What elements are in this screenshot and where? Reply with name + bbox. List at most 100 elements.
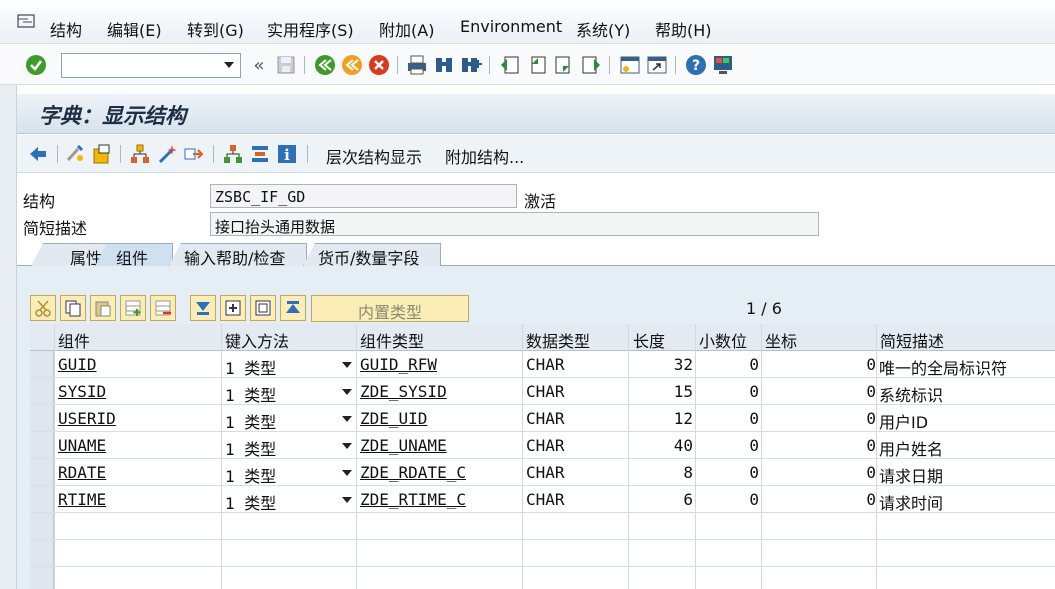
cell-comp-type[interactable]: ZDE_UNAME (360, 436, 447, 455)
print-icon[interactable] (406, 54, 428, 76)
menu-edit[interactable]: 编辑(E) (107, 17, 162, 41)
hierarchy-display-button[interactable]: 层次结构显示 (326, 144, 422, 168)
chevron-down-icon[interactable] (342, 389, 352, 395)
col-header-method[interactable]: 键入方法 (225, 328, 289, 352)
cell-method[interactable]: 1 类型 (225, 463, 276, 487)
back-icon[interactable] (314, 54, 336, 76)
save-icon[interactable] (275, 54, 297, 76)
find-icon[interactable] (433, 54, 455, 76)
tab-input-help[interactable]: 输入帮助/检查 (169, 243, 307, 266)
col-header-length[interactable]: 长度 (633, 328, 665, 352)
col-header-comp-type[interactable]: 组件类型 (360, 328, 424, 352)
shortcut-icon[interactable] (646, 54, 668, 76)
table-row[interactable]: UNAME 1 类型 ZDE_UNAME CHAR 40 0 0 用户姓名 (30, 432, 1055, 459)
deselect-all-icon[interactable] (280, 295, 306, 321)
chevron-down-icon[interactable] (224, 62, 234, 68)
next-page-icon[interactable] (553, 54, 575, 76)
tab-components[interactable]: 组件 (95, 243, 173, 266)
prev-page-icon[interactable] (526, 54, 548, 76)
cell-comp-type[interactable]: ZDE_RTIME_C (360, 490, 466, 509)
table-row[interactable]: GUID 1 类型 GUID_RFW CHAR 32 0 0 唯一的全局标识符 (30, 351, 1055, 378)
cell-comp-type[interactable]: GUID_RFW (360, 355, 437, 374)
cell-comp-type[interactable]: ZDE_UID (360, 409, 427, 428)
builtin-type-button[interactable]: 内置类型 (311, 295, 469, 322)
insert-row-icon[interactable] (120, 295, 146, 321)
col-header-coord[interactable]: 坐标 (765, 328, 797, 352)
cell-component[interactable]: RDATE (58, 463, 106, 482)
hierarchy-icon[interactable] (222, 143, 244, 165)
cut-icon[interactable] (30, 295, 56, 321)
table-row[interactable] (30, 513, 1055, 540)
row-selector[interactable] (30, 351, 54, 377)
chevron-down-icon[interactable] (342, 470, 352, 476)
cell-component[interactable]: RTIME (58, 490, 106, 509)
select-all-icon[interactable] (190, 295, 216, 321)
find-next-icon[interactable] (460, 54, 482, 76)
table-row[interactable]: SYSID 1 类型 ZDE_SYSID CHAR 15 0 0 系统标识 (30, 378, 1055, 405)
table-row[interactable]: USERID 1 类型 ZDE_UID CHAR 12 0 0 用户ID (30, 405, 1055, 432)
cell-component[interactable]: USERID (58, 409, 116, 428)
chevron-down-icon[interactable] (342, 497, 352, 503)
table-row[interactable] (30, 540, 1055, 567)
row-selector[interactable] (30, 567, 54, 589)
delete-row-icon[interactable] (150, 295, 176, 321)
cell-method[interactable]: 1 类型 (225, 436, 276, 460)
new-session-icon[interactable] (619, 54, 641, 76)
display-change-icon[interactable] (64, 143, 86, 165)
menu-system[interactable]: 系统(Y) (576, 17, 630, 41)
menu-structure[interactable]: 结构 (50, 17, 82, 41)
cell-method[interactable]: 1 类型 (225, 382, 276, 406)
export-icon[interactable] (183, 143, 205, 165)
cancel-icon[interactable] (368, 54, 390, 76)
cell-component[interactable]: SYSID (58, 382, 106, 401)
other-object-icon[interactable] (91, 143, 113, 165)
col-header-component[interactable]: 组件 (58, 328, 90, 352)
cell-component[interactable]: GUID (58, 355, 97, 374)
where-used-icon[interactable] (129, 143, 151, 165)
cell-method[interactable]: 1 类型 (225, 490, 276, 514)
help-icon[interactable]: ? (685, 54, 707, 76)
magic-wand-icon[interactable] (156, 143, 178, 165)
paste-icon[interactable] (90, 295, 116, 321)
row-selector[interactable] (30, 378, 54, 404)
customize-icon[interactable] (712, 54, 734, 76)
stack-icon[interactable] (249, 143, 271, 165)
table-row[interactable] (30, 567, 1055, 589)
row-selector[interactable] (30, 540, 54, 566)
menu-goto[interactable]: 转到(G) (187, 17, 244, 41)
back-arrow-icon[interactable] (27, 143, 49, 165)
insert-field-icon[interactable] (220, 295, 246, 321)
double-chevron-left-icon[interactable]: « (248, 54, 270, 76)
detail-icon[interactable] (250, 295, 276, 321)
last-page-icon[interactable] (580, 54, 602, 76)
structure-field[interactable]: ZSBC_IF_GD (210, 184, 517, 208)
col-header-desc[interactable]: 简短描述 (880, 328, 944, 352)
menu-extras[interactable]: 附加(A) (379, 17, 434, 41)
table-row[interactable]: RDATE 1 类型 ZDE_RDATE_C CHAR 8 0 0 请求日期 (30, 459, 1055, 486)
row-selector[interactable] (30, 405, 54, 431)
system-menu-icon[interactable] (17, 14, 35, 28)
exit-icon[interactable] (341, 54, 363, 76)
menu-utilities[interactable]: 实用程序(S) (267, 17, 354, 41)
row-selector[interactable] (30, 459, 54, 485)
cell-method[interactable]: 1 类型 (225, 355, 276, 379)
chevron-down-icon[interactable] (342, 443, 352, 449)
append-structure-button[interactable]: 附加结构... (445, 144, 524, 168)
short-desc-field[interactable]: 接口抬头通用数据 (210, 212, 819, 236)
copy-icon[interactable] (60, 295, 86, 321)
tab-currency-quantity[interactable]: 货币/数量字段 (303, 243, 441, 266)
cell-component[interactable]: UNAME (58, 436, 106, 455)
row-selector[interactable] (30, 486, 54, 512)
table-row[interactable]: RTIME 1 类型 ZDE_RTIME_C CHAR 6 0 0 请求时间 (30, 486, 1055, 513)
col-header-decimals[interactable]: 小数位 (699, 328, 747, 352)
cell-comp-type[interactable]: ZDE_RDATE_C (360, 463, 466, 482)
info-icon[interactable]: i (276, 143, 298, 165)
row-selector[interactable] (30, 513, 54, 539)
row-selector[interactable] (30, 432, 54, 458)
first-page-icon[interactable] (499, 54, 521, 76)
check-icon[interactable] (25, 54, 47, 76)
cell-method[interactable]: 1 类型 (225, 409, 276, 433)
menu-environment[interactable]: Environment (460, 17, 562, 36)
cell-comp-type[interactable]: ZDE_SYSID (360, 382, 447, 401)
command-field[interactable] (61, 53, 241, 78)
